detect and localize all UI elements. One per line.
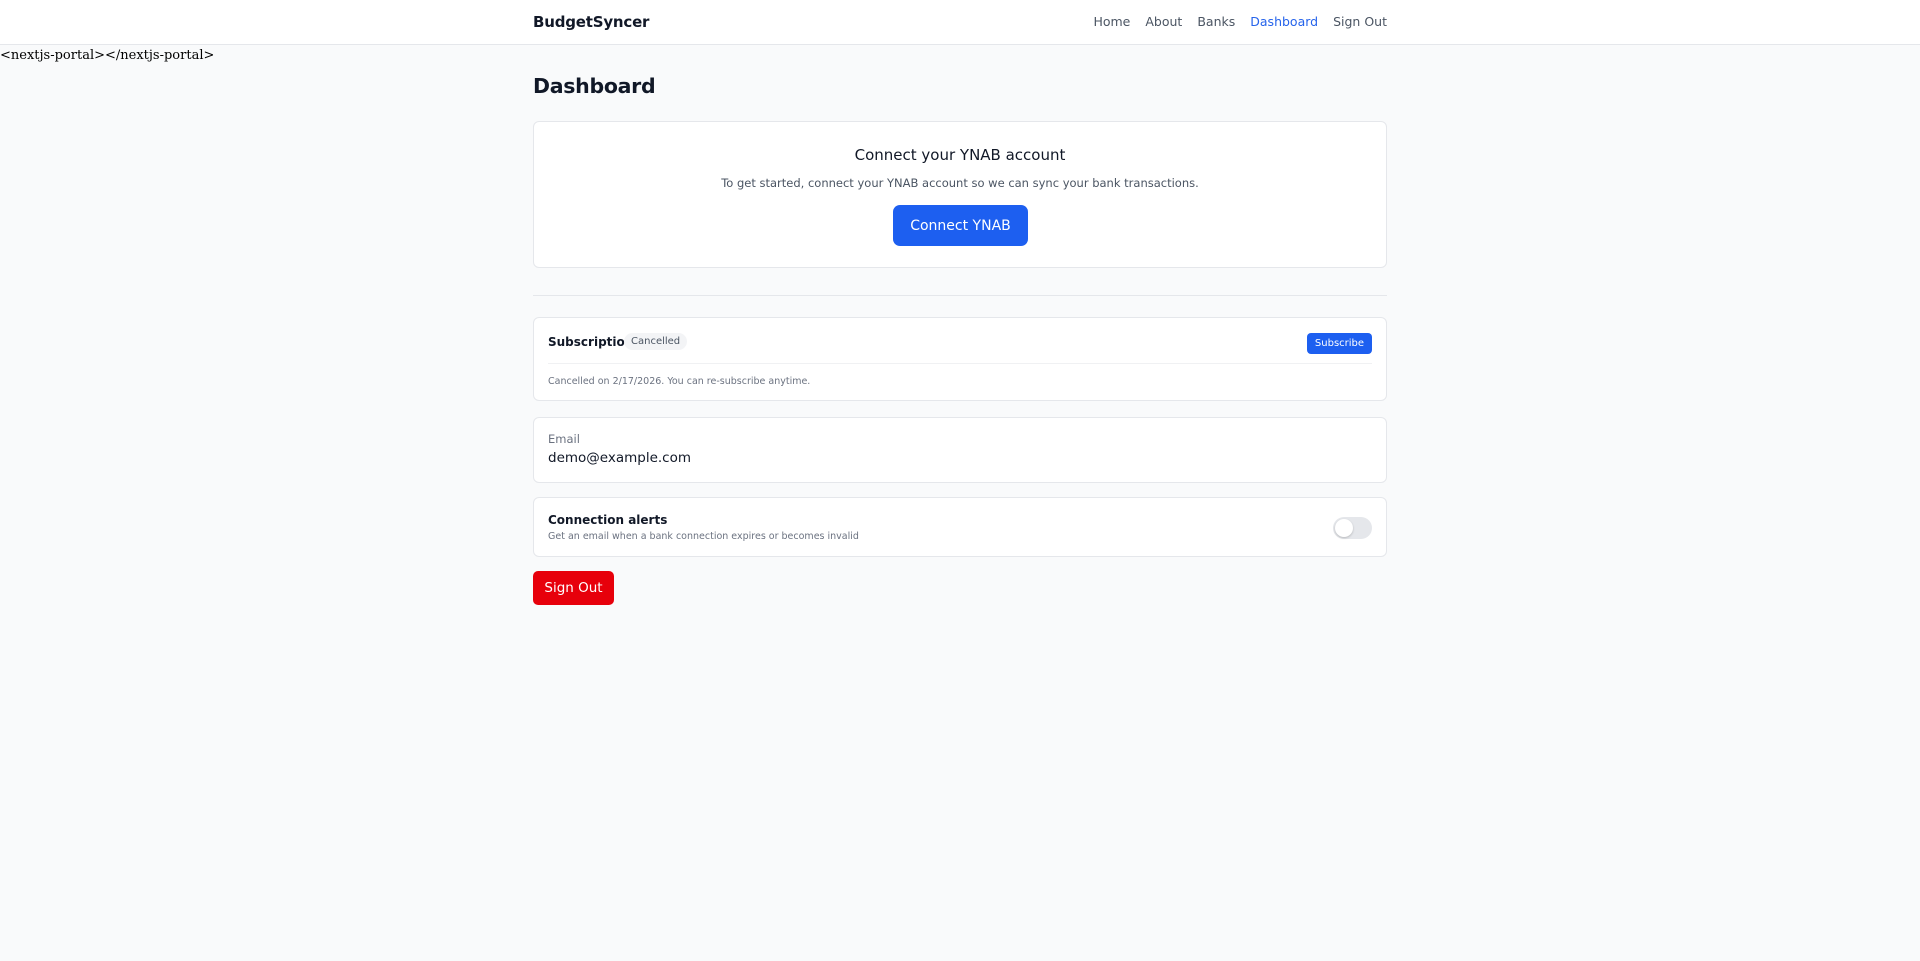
ynab-connect-card: Connect your YNAB account To get started… [533, 121, 1387, 268]
nav-links: Home About Banks Dashboard Sign Out [1093, 14, 1387, 29]
connection-alerts-title: Connection alerts [548, 513, 668, 527]
subscribe-button[interactable]: Subscribe [1307, 333, 1372, 354]
nav-link-sign-out[interactable]: Sign Out [1333, 14, 1387, 29]
brand-logo-text[interactable]: BudgetSyncer [533, 13, 649, 31]
subscription-label: Subscription [548, 335, 634, 349]
nav-link-dashboard[interactable]: Dashboard [1250, 14, 1318, 29]
subscription-card: Subscription Cancelled Subscribe Cancell… [533, 317, 1387, 401]
email-value: demo@example.com [548, 450, 692, 466]
ynab-card-title: Connect your YNAB account [854, 146, 1066, 164]
subscription-divider [548, 363, 1372, 364]
connection-alerts-description: Get an email when a bank connection expi… [548, 531, 859, 542]
portal-debug-text: <nextjs-portal></nextjs-portal> [0, 48, 215, 63]
email-label: Email [548, 432, 580, 446]
nav-link-about[interactable]: About [1145, 14, 1182, 29]
section-divider [533, 295, 1387, 296]
connection-alerts-card: Connection alerts Get an email when a ba… [533, 497, 1387, 557]
ynab-card-description: To get started, connect your YNAB accoun… [721, 176, 1199, 190]
email-card: Email demo@example.com [533, 417, 1387, 483]
toggle-knob [1335, 519, 1353, 537]
nav-link-banks[interactable]: Banks [1197, 14, 1235, 29]
page-title: Dashboard [533, 74, 656, 98]
subscription-note: Cancelled on 2/17/2026. You can re-subsc… [548, 376, 811, 387]
sign-out-button[interactable]: Sign Out [533, 571, 614, 605]
connect-ynab-button[interactable]: Connect YNAB [893, 205, 1028, 246]
nav-link-home[interactable]: Home [1093, 14, 1130, 29]
subscription-status-badge: Cancelled [624, 333, 688, 350]
connection-alerts-toggle[interactable] [1333, 517, 1372, 539]
top-navbar: BudgetSyncer Home About Banks Dashboard … [0, 0, 1920, 45]
